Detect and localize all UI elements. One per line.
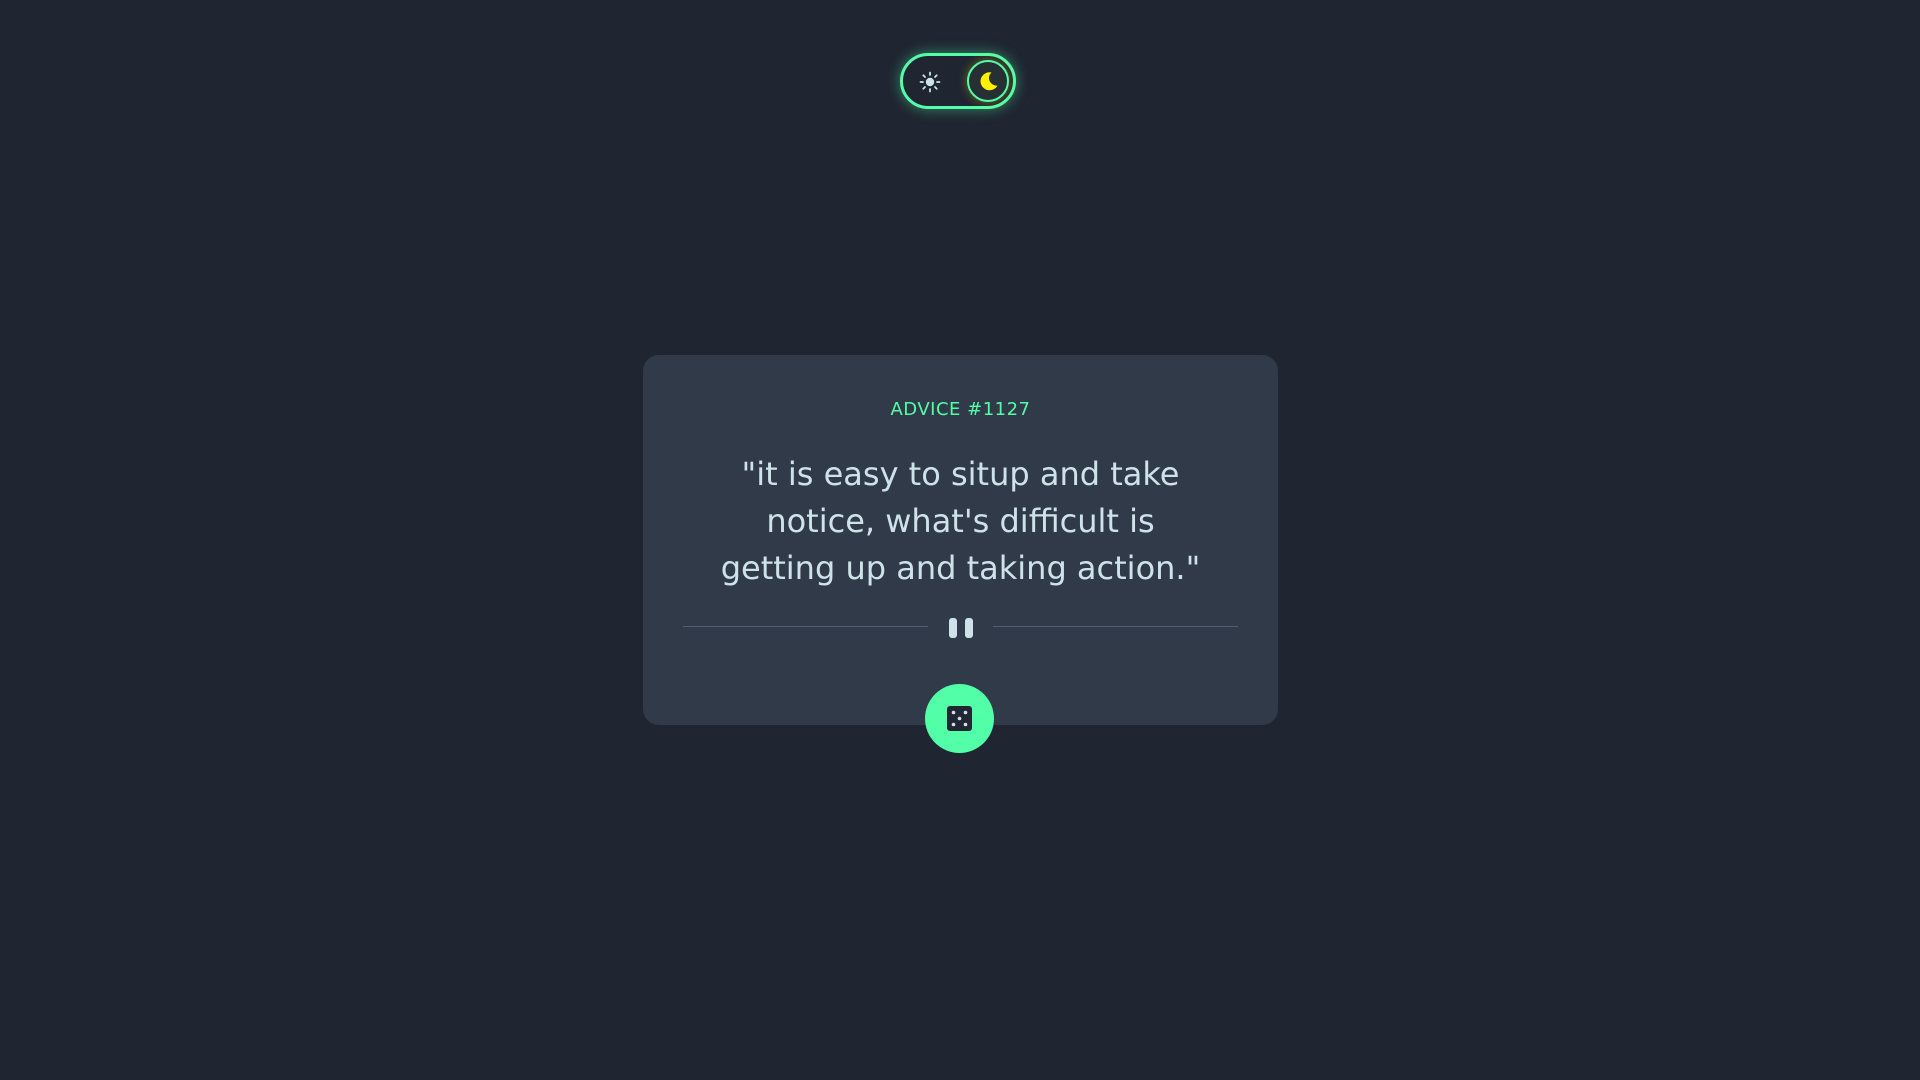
dice-icon <box>947 706 972 731</box>
toggle-knob[interactable] <box>967 60 1009 102</box>
dice-button[interactable] <box>925 684 994 753</box>
advice-card: ADVICE #1127 "it is easy to situp and ta… <box>643 355 1278 725</box>
page: ADVICE #1127 "it is easy to situp and ta… <box>0 0 1920 1080</box>
pause-icon <box>947 618 975 638</box>
sun-icon[interactable] <box>919 71 941 93</box>
divider-line-left <box>683 626 928 627</box>
divider <box>683 618 1238 638</box>
moon-icon <box>980 72 998 91</box>
advice-id-label: ADVICE #1127 <box>890 399 1031 420</box>
advice-quote: "it is easy to situp and take notice, wh… <box>720 455 1201 587</box>
divider-line-right <box>993 626 1238 627</box>
theme-toggle[interactable] <box>900 53 1016 109</box>
